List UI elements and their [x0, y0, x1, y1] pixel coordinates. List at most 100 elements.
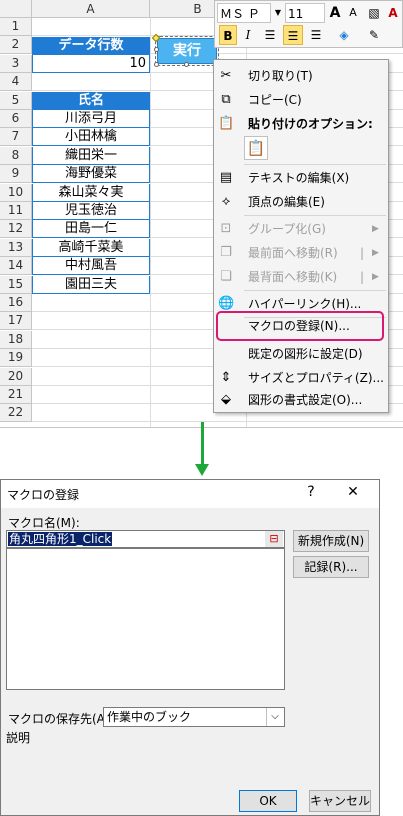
resize-handle[interactable] — [154, 62, 159, 67]
name-cell[interactable]: 小田林檎 — [32, 128, 150, 147]
cancel-button[interactable]: キャンセル — [309, 790, 371, 812]
resize-handle[interactable] — [184, 62, 189, 67]
row-header[interactable]: 4 — [0, 73, 32, 92]
row-header[interactable]: 13 — [0, 238, 32, 257]
name-cell[interactable]: 児玉徳治 — [32, 202, 150, 220]
resize-handle[interactable] — [154, 47, 159, 52]
split-divider: | — [360, 246, 365, 260]
row-header[interactable]: 12 — [0, 220, 32, 239]
edit-points-icon: ⟡ — [221, 194, 231, 209]
arrow-line — [201, 422, 204, 466]
font-size-box[interactable]: 11 — [285, 3, 325, 23]
group-icon: ⊡ — [220, 221, 232, 236]
new-macro-button[interactable]: 新規作成(N) — [293, 530, 369, 552]
name-cell[interactable]: 高崎千菜美 — [32, 238, 150, 257]
row-header[interactable]: 15 — [0, 275, 32, 294]
menu-item-size-properties[interactable]: ⇕ サイズとプロパティ(Z)... — [214, 366, 388, 390]
run-button[interactable]: 実行 — [155, 36, 219, 66]
fill-bucket-icon[interactable]: ◈ — [333, 25, 355, 45]
macro-name-label: マクロ名(M): — [8, 516, 80, 530]
row-header[interactable]: 8 — [0, 146, 32, 165]
menu-separator — [244, 215, 386, 216]
row-header[interactable]: 10 — [0, 183, 32, 202]
arrow-down-icon — [195, 464, 209, 476]
record-macro-button[interactable]: 記録(R)... — [293, 556, 369, 578]
dialog-title: マクロの登録 — [7, 488, 80, 502]
row-header[interactable]: 1 — [0, 18, 32, 36]
row-header[interactable]: 20 — [0, 367, 32, 386]
name-cell[interactable]: 織田栄一 — [32, 146, 150, 165]
row-header[interactable]: 3 — [0, 54, 32, 73]
chevron-down-icon[interactable]: ⌵ — [266, 708, 283, 726]
text-box-icon: ▤ — [219, 170, 233, 185]
row-header[interactable]: 5 — [0, 91, 32, 110]
menu-item-edit-points[interactable]: ⟡ 頂点の編集(E) — [214, 190, 388, 214]
format-shape-icon: ⬙ — [221, 392, 231, 407]
name-cell[interactable]: 森山菜々実 — [32, 183, 150, 202]
highlight-box — [216, 311, 384, 341]
italic-button[interactable]: I — [239, 25, 257, 45]
grow-font-icon[interactable]: A — [327, 3, 343, 23]
menu-item-paste-options: 📋 貼り付けのオプション: — [218, 116, 373, 131]
row-header[interactable]: 6 — [0, 110, 32, 128]
name-cell[interactable]: 川添弓月 — [32, 110, 150, 128]
help-button[interactable]: ? — [301, 484, 321, 504]
menu-item-send-back[interactable]: ❏ 最背面へ移動(K) | ▶ — [214, 265, 388, 289]
menu-item-copy[interactable]: ⧉ コピー(C) — [214, 88, 388, 112]
menu-separator — [244, 290, 386, 291]
globe-link-icon: 🌐 — [218, 296, 235, 311]
column-header-a[interactable]: A — [32, 0, 150, 18]
name-cell[interactable]: 田島一仁 — [32, 220, 150, 239]
menu-item-set-default[interactable]: 既定の図形に設定(D) — [214, 342, 388, 366]
ok-button[interactable]: OK — [239, 790, 297, 812]
font-name-box[interactable]: ＭＳ Ｐゴ — [217, 3, 271, 41]
scissors-icon: ✂ — [220, 68, 232, 83]
context-menu: ✂ 切り取り(T) ⧉ コピー(C) 📋 貼り付けのオプション: 📋 ▤ テキストの編集… — [213, 59, 389, 413]
menu-separator — [244, 164, 386, 165]
data-rows-header-cell[interactable]: データ行数 — [32, 37, 150, 55]
row-header[interactable]: 18 — [0, 330, 32, 349]
macro-name-input[interactable]: 角丸四角形1_Click ⊟ — [6, 530, 285, 548]
chevron-right-icon: ▶ — [372, 248, 379, 258]
row-header[interactable]: 14 — [0, 257, 32, 276]
mini-toolbar: ＭＳ Ｐゴ ▼ 11 A A ▧ A B I ☰ ☰ ☰ ◈ ✎ — [214, 0, 403, 48]
row-header[interactable]: 7 — [0, 128, 32, 147]
fill-color-icon[interactable]: ▧ — [365, 3, 383, 23]
row-header[interactable]: 9 — [0, 165, 32, 184]
name-cell[interactable]: 海野優菜 — [32, 165, 150, 184]
collapse-dialog-icon[interactable]: ⊟ — [265, 531, 283, 547]
outline-pen-icon[interactable]: ✎ — [363, 25, 385, 45]
menu-item-bring-front[interactable]: ❐ 最前面へ移動(R) | ▶ — [214, 241, 388, 265]
row-header[interactable]: 16 — [0, 294, 32, 312]
close-button[interactable]: ✕ — [341, 484, 365, 504]
store-location-select[interactable]: 作業中のブック ⌵ — [103, 707, 285, 727]
row-header[interactable]: 17 — [0, 312, 32, 331]
row-header[interactable]: 21 — [0, 386, 32, 404]
chevron-down-icon[interactable]: ▼ — [273, 3, 283, 23]
chevron-right-icon: ▶ — [372, 224, 379, 234]
row-header[interactable]: 2 — [0, 36, 32, 55]
row-header[interactable]: 19 — [0, 349, 32, 368]
menu-item-cut[interactable]: ✂ 切り取り(T) — [214, 64, 388, 88]
bold-button[interactable]: B — [219, 25, 237, 45]
macro-list[interactable] — [6, 548, 285, 690]
data-rows-value-cell[interactable]: 10 — [32, 55, 150, 73]
shrink-font-icon[interactable]: A — [345, 3, 361, 23]
align-center-icon[interactable]: ☰ — [283, 25, 303, 45]
copy-icon: ⧉ — [221, 92, 231, 107]
menu-item-group[interactable]: ⊡ グループ化(G) ▶ — [214, 217, 388, 241]
font-color-icon[interactable]: A — [385, 3, 401, 23]
row-header[interactable]: 11 — [0, 202, 32, 220]
row-header[interactable]: 22 — [0, 404, 32, 423]
name-cell[interactable]: 園田三夫 — [32, 275, 150, 294]
bring-front-icon: ❐ — [220, 245, 232, 260]
menu-item-edit-text[interactable]: ▤ テキストの編集(X) — [214, 166, 388, 190]
menu-item-format-shape[interactable]: ⬙ 図形の書式設定(O)... — [214, 388, 388, 412]
name-cell[interactable]: 中村風吾 — [32, 257, 150, 276]
align-right-icon[interactable]: ☰ — [307, 25, 325, 45]
paste-clipboard-icon[interactable]: 📋 — [244, 136, 268, 160]
size-properties-icon: ⇕ — [220, 370, 232, 385]
select-all-corner[interactable] — [0, 0, 32, 18]
name-header-cell[interactable]: 氏名 — [32, 92, 150, 110]
align-left-icon[interactable]: ☰ — [261, 25, 279, 45]
